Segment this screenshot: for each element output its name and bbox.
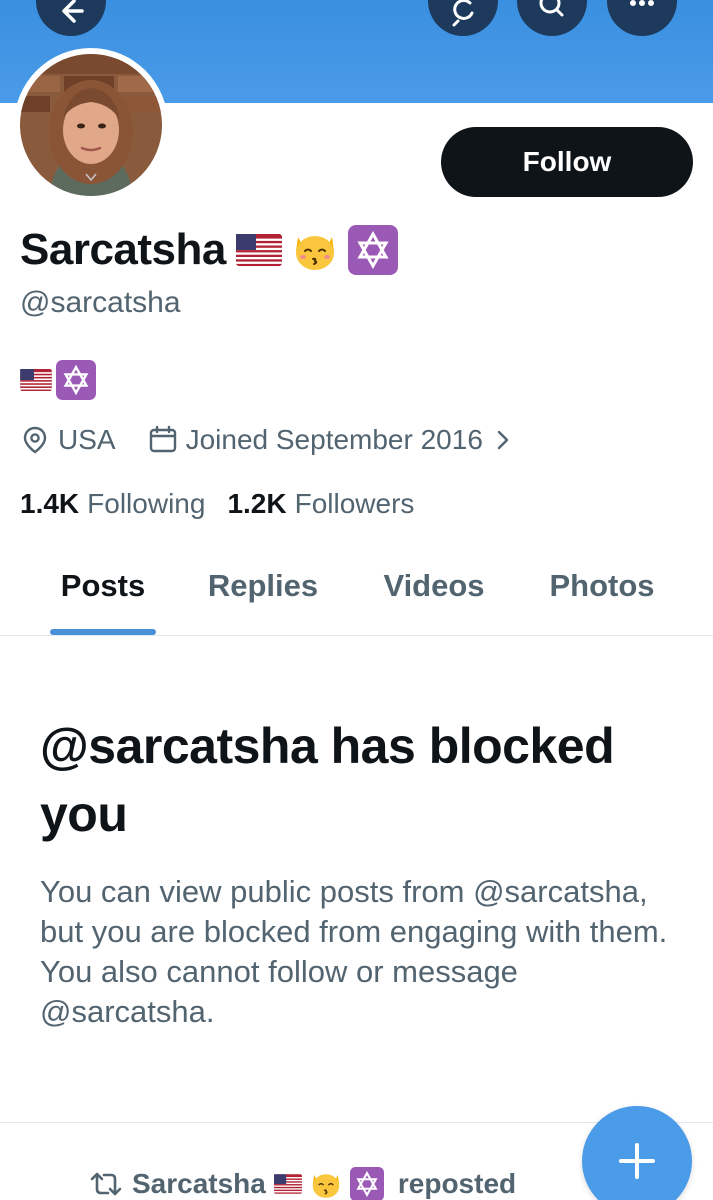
avatar-ring [14,48,168,202]
active-tab-indicator [50,629,156,635]
profile-handle: @sarcatsha [20,286,181,319]
profile-meta: USA Joined September 2016 [20,420,515,460]
more-icon [630,0,654,6]
profile-location: USA [58,424,116,455]
profile-tabs: Posts Replies Videos Photos [0,548,713,636]
tab-photos[interactable]: Photos [540,568,664,604]
compose-button[interactable] [582,1106,692,1200]
display-name-row: Sarcatsha [20,222,398,278]
repost-label: reposted [397,1168,517,1199]
following-link[interactable]: 1.4K Following [20,488,205,520]
plus-icon [619,1143,655,1179]
repost-icon [90,1172,122,1196]
bio [20,360,96,400]
chevron-right-icon[interactable] [491,428,515,452]
us-flag-emoji [273,1174,302,1194]
follow-button[interactable]: Follow [441,127,693,197]
tab-posts[interactable]: Posts [50,568,156,604]
kissing-cat-emoji [310,1168,342,1200]
follow-stats: 1.4K Following 1.2K Followers [20,484,414,524]
arrow-left-icon [62,0,84,23]
tab-videos[interactable]: Videos [372,568,496,604]
followers-label: Followers [294,488,415,519]
following-label: Following [87,488,206,519]
us-flag-emoji [235,234,282,266]
followers-count: 1.2K [227,488,287,519]
repost-name: Sarcatsha [132,1168,266,1199]
blocked-description: You can view public posts from @sarcatsh… [40,874,668,1029]
location-pin-icon [23,426,47,454]
search-icon [539,0,564,17]
kissing-cat-emoji [292,227,338,273]
display-name: Sarcatsha [20,225,226,274]
refresh-search-icon [452,0,474,27]
avatar[interactable] [20,54,162,196]
star-of-david-emoji [347,225,398,275]
following-count: 1.4K [20,488,80,519]
profile-joined[interactable]: Joined September 2016 [186,424,483,456]
star-of-david-emoji [56,360,96,400]
tab-replies[interactable]: Replies [200,568,326,604]
star-of-david-emoji [349,1167,384,1200]
followers-link[interactable]: 1.2K Followers [227,488,414,520]
us-flag-emoji [20,369,52,391]
calendar-icon [149,425,176,453]
repost-indicator[interactable]: Sarcatsha reposted [88,1162,516,1200]
blocked-title: @sarcatsha has blocked you [40,718,615,842]
